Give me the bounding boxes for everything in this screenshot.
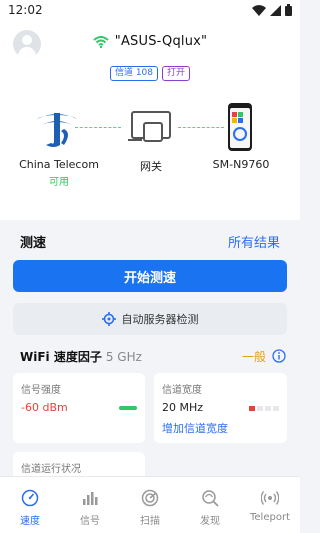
phone-device-icon[interactable]: [227, 102, 253, 152]
meter-segment: [249, 406, 255, 411]
wifi-speed-factor-header: WiFi 速度因子 5 GHz 一般: [0, 344, 300, 368]
start-speed-test-button[interactable]: 开始测速: [13, 260, 287, 292]
battery-icon: [285, 4, 292, 16]
increase-channel-width-link[interactable]: 增加信道宽度: [162, 420, 228, 436]
discover-icon: [202, 490, 219, 507]
isp-name: China Telecom: [19, 158, 99, 171]
gateway-icon[interactable]: [128, 110, 174, 146]
tab-signal-label: 信号: [80, 516, 100, 527]
channel-chip: 信道 108: [109, 66, 159, 81]
wifi-band: 5 GHz: [105, 350, 142, 364]
wifi-factor-title-row: WiFi 速度因子 5 GHz: [20, 348, 142, 365]
signal-strength-label: 信号强度: [21, 385, 61, 396]
tab-teleport[interactable]: Teleport: [240, 477, 300, 533]
tab-discover[interactable]: 发现: [180, 477, 240, 533]
link-isp-gateway: [75, 127, 121, 128]
security-chip: 打开: [162, 66, 191, 81]
speed-gauge-icon: [21, 489, 39, 507]
cell-signal-icon: [270, 4, 281, 16]
channel-width-value: 20 MHz: [162, 401, 204, 414]
tab-speed-label: 速度: [20, 516, 40, 527]
info-icon[interactable]: [272, 349, 286, 363]
speed-test-header: 测速 所有结果: [0, 228, 300, 252]
tab-speed[interactable]: 速度: [0, 477, 60, 533]
gateway-name: 网关: [140, 160, 162, 173]
channel-health-label: 信道运行状况: [21, 464, 81, 475]
link-gateway-device: [178, 127, 224, 128]
channel-width-label: 信道宽度: [162, 385, 202, 396]
speed-test-title: 测速: [20, 236, 47, 251]
meter-segment: [273, 406, 279, 411]
status-bar: 12:02: [0, 0, 300, 22]
network-chips: 信道 108 打开: [0, 66, 300, 81]
tab-scan[interactable]: 扫描: [120, 477, 180, 533]
ssid-row: "ASUS-Qqlux": [0, 34, 300, 49]
network-ssid: "ASUS-Qqlux": [114, 34, 208, 49]
wifi-icon: [93, 35, 109, 48]
tab-discover-label: 发现: [200, 516, 220, 527]
all-results-link[interactable]: 所有结果: [228, 232, 280, 251]
scan-icon: [141, 489, 159, 507]
tab-scan-label: 扫描: [140, 516, 160, 527]
meter-segment: [265, 406, 271, 411]
status-icons: [252, 4, 292, 16]
bottom-tab-bar: 速度 信号 扫描 发现 Teleport: [0, 476, 300, 533]
isp-status: 可用: [49, 177, 69, 188]
tab-signal[interactable]: 信号: [60, 477, 120, 533]
wifi-factor-rating: 一般: [241, 350, 266, 364]
wifi-factor-title: WiFi 速度因子: [20, 350, 102, 364]
signal-strength-card[interactable]: 信号强度 -60 dBm: [13, 373, 145, 443]
channel-width-card[interactable]: 信道宽度 20 MHz 增加信道宽度: [154, 373, 287, 443]
tab-teleport-label: Teleport: [250, 512, 290, 523]
signal-strength-value: -60 dBm: [21, 401, 68, 414]
meter-segment: [257, 406, 263, 411]
channel-width-meter: [249, 406, 279, 411]
wifi-status-icon: [252, 4, 266, 16]
china-telecom-logo-icon[interactable]: [34, 105, 80, 151]
network-topology: China Telecom 可用 网关 SM-N9760: [0, 100, 300, 220]
crosshair-icon: [101, 312, 116, 326]
signal-strength-bar: [119, 406, 137, 410]
status-time: 12:02: [8, 3, 43, 17]
teleport-icon: [261, 491, 279, 505]
auto-server-detect-button[interactable]: 自动服务器检测: [13, 303, 287, 335]
device-name: SM-N9760: [212, 158, 270, 171]
network-overview: "ASUS-Qqlux" 信道 108 打开 China Telecom 可用 …: [0, 22, 300, 220]
signal-bars-icon: [83, 492, 98, 505]
auto-server-label: 自动服务器检测: [121, 313, 199, 326]
